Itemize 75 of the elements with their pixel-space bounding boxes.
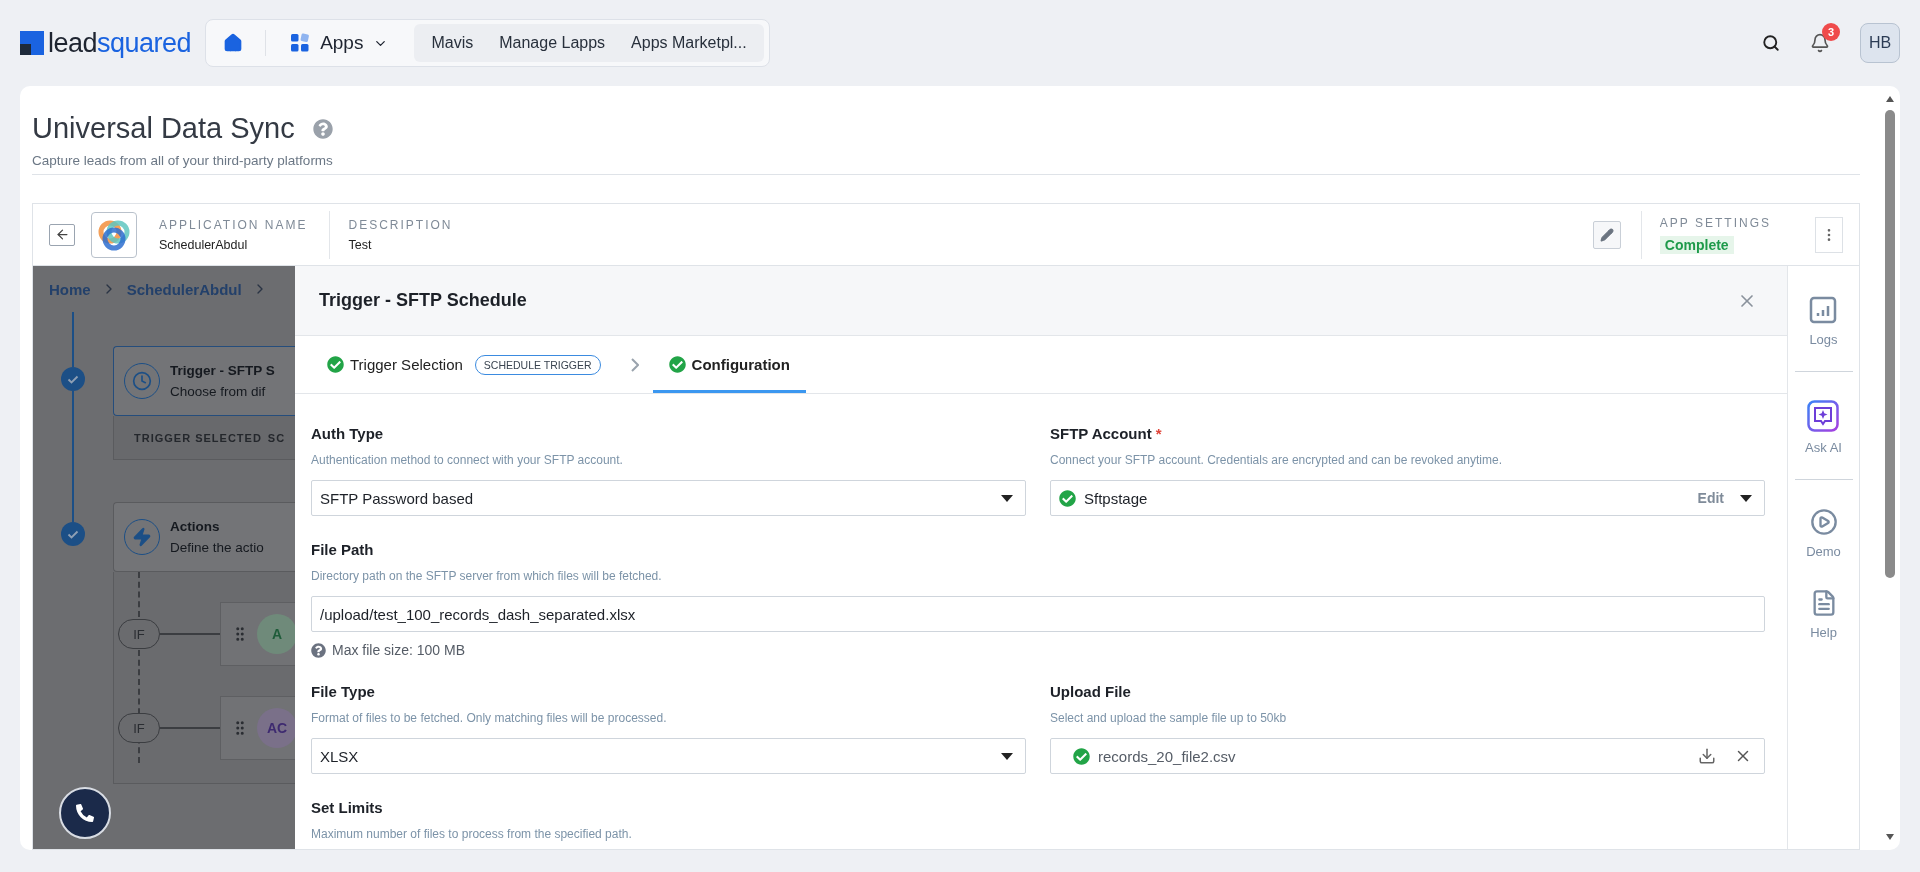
- chevron-right-icon: [630, 357, 639, 372]
- nav-link[interactable]: Mavis: [418, 34, 487, 52]
- field-label: SFTP Account: [1050, 424, 1152, 444]
- select-field[interactable]: SFTP Password based: [311, 480, 1026, 516]
- file-field[interactable]: records_20_file2.csv: [1050, 738, 1765, 774]
- field-hint: Maximum number of files to process from the specified path.: [311, 826, 633, 842]
- caret-down-icon: [1001, 752, 1013, 760]
- application-name: SchedulerAbdul: [159, 237, 249, 252]
- required-asterisk: *: [1155, 424, 1162, 444]
- apps-menu-button[interactable]: Apps: [276, 32, 415, 54]
- side-rail-button[interactable]: Ask AI: [1805, 400, 1842, 455]
- home-icon: [223, 33, 244, 53]
- bar-chart-icon: [1809, 296, 1838, 324]
- footer-label: TRIGGER SELECTED: [134, 431, 262, 444]
- nav-link[interactable]: Manage Lapps: [486, 34, 619, 52]
- field-label: Auth Type: [311, 424, 384, 444]
- sparkle-chat-icon: [1807, 400, 1840, 432]
- field-label: File Type: [311, 682, 375, 702]
- field-hint: Directory path on the SFTP server from which files will be fetched.: [311, 568, 663, 584]
- step-subtitle: Choose from dif: [170, 384, 267, 399]
- modal-title: Trigger - SFTP Schedule: [319, 290, 527, 311]
- field-hint: Select and upload the sample file up to 50kb: [1050, 710, 1288, 726]
- caret-down-icon: [1001, 494, 1013, 502]
- nav-link[interactable]: Apps Marketpl...: [618, 34, 760, 52]
- input-field[interactable]: /upload/test_100_records_dash_separated.xlsx: [311, 596, 1765, 632]
- pencil-icon: [1599, 227, 1614, 242]
- step-tab[interactable]: Trigger Selection SCHEDULE TRIGGER: [311, 336, 617, 393]
- action-badge: A: [257, 614, 295, 654]
- field-note: Max file size: 100 MB: [332, 642, 466, 658]
- step-title: Trigger - SFTP S: [170, 363, 275, 378]
- field-label: File Path: [311, 540, 374, 560]
- select-field[interactable]: Sftpstage Edit: [1050, 480, 1765, 516]
- status-badge: Complete: [1659, 235, 1734, 254]
- logo-wordmark: leadsquared: [48, 27, 192, 59]
- search-icon: [1762, 34, 1780, 52]
- play-icon: [1809, 508, 1838, 536]
- condition-pill: IF: [118, 619, 160, 649]
- edit-button[interactable]: [1592, 220, 1621, 249]
- actions-step-card[interactable]: Actions Define the actio: [113, 502, 295, 572]
- field-label: DESCRIPTION: [348, 217, 453, 232]
- back-button[interactable]: [49, 223, 75, 246]
- trigger-step-card[interactable]: Trigger - SFTP S Choose from dif: [113, 346, 295, 416]
- avatar-button[interactable]: HB: [1860, 23, 1900, 63]
- footer-value: SC: [267, 431, 286, 444]
- notification-button[interactable]: [1810, 33, 1830, 53]
- field-label: APPLICATION NAME: [159, 217, 308, 232]
- search-button[interactable]: [1762, 34, 1780, 52]
- field-hint: Connect your SFTP account. Credentials are encrypted and can be revoked anytime.: [1050, 452, 1504, 468]
- field-hint: Authentication method to connect with your SFTP account.: [311, 452, 624, 468]
- action-badge: AC: [257, 708, 295, 748]
- side-rail-button[interactable]: Demo: [1806, 508, 1841, 559]
- side-rail-button[interactable]: Help: [1809, 589, 1838, 640]
- notification-count: 3: [1822, 23, 1840, 41]
- field-hint: Format of files to be fetched. Only matching files will be processed.: [311, 710, 668, 726]
- help-icon[interactable]: [312, 118, 333, 139]
- step-tab[interactable]: Configuration: [652, 336, 806, 393]
- app-logo: [91, 211, 137, 258]
- step-subtitle: Define the actio: [170, 540, 264, 555]
- step-title: Actions: [170, 519, 221, 534]
- logo-icon: [20, 31, 44, 55]
- description-text: Test: [348, 237, 373, 252]
- page-subtitle: Capture leads from all of your third-party platforms: [32, 153, 1860, 175]
- field-label: Upload File: [1050, 682, 1131, 702]
- condition-pill: IF: [118, 713, 160, 743]
- select-field[interactable]: XLSX: [311, 738, 1026, 774]
- side-rail-button[interactable]: Logs: [1809, 296, 1838, 347]
- bell-icon: [1810, 33, 1830, 53]
- phone-icon: [76, 804, 94, 822]
- help-icon: [311, 642, 326, 658]
- page-title: Universal Data Sync: [32, 112, 295, 145]
- download-icon[interactable]: [1698, 747, 1716, 765]
- field-label: APP SETTINGS: [1659, 215, 1771, 230]
- field-label: Set Limits: [311, 798, 383, 818]
- caret-down-icon: [1740, 494, 1752, 502]
- apps-grid-icon: [290, 33, 311, 53]
